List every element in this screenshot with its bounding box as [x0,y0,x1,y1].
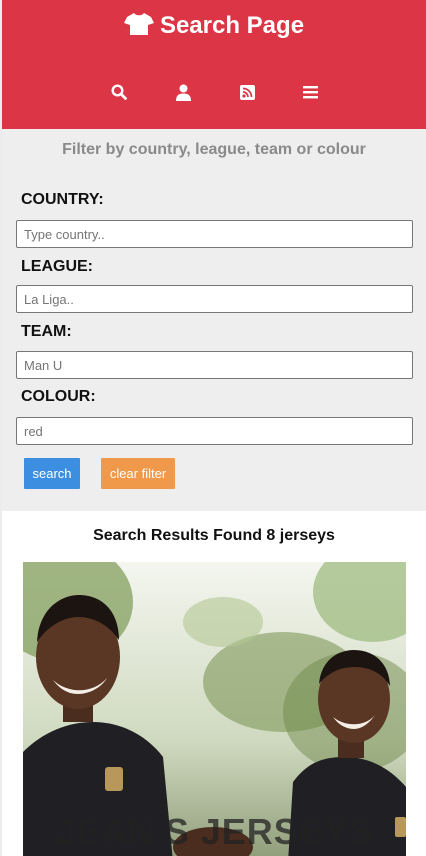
country-label: COUNTRY: [21,191,104,208]
team-label: TEAM: [21,323,72,340]
rss-icon[interactable] [237,82,257,102]
jersey-photo[interactable]: JEAN'S JERSEYS [23,562,406,856]
league-label: LEAGUE: [21,258,93,275]
country-input[interactable] [16,220,413,248]
search-icon[interactable] [109,82,129,102]
filter-title: Filter by country, league, team or colou… [62,141,366,158]
team-input[interactable] [16,351,413,379]
menu-icon[interactable] [300,82,320,102]
image-caption: JEAN'S JERSEYS [55,811,374,852]
page-title: Search Page [159,12,305,39]
filter-panel: Filter by country, league, team or colou… [2,129,426,511]
league-input[interactable] [16,285,413,313]
user-icon[interactable] [173,82,193,102]
tshirt-icon [123,13,154,35]
header-title: Search Page [2,12,426,40]
results-section: Search Results Found 8 jerseys JEAN'S JE… [2,511,426,856]
search-button[interactable]: search [24,458,80,489]
app-header: Search Page [2,0,426,129]
colour-input[interactable] [16,417,413,445]
colour-label: COLOUR: [21,388,96,405]
results-count-title: Search Results Found 8 jerseys [93,527,335,544]
clear-filter-button[interactable]: clear filter [101,458,175,489]
top-nav [2,82,426,102]
